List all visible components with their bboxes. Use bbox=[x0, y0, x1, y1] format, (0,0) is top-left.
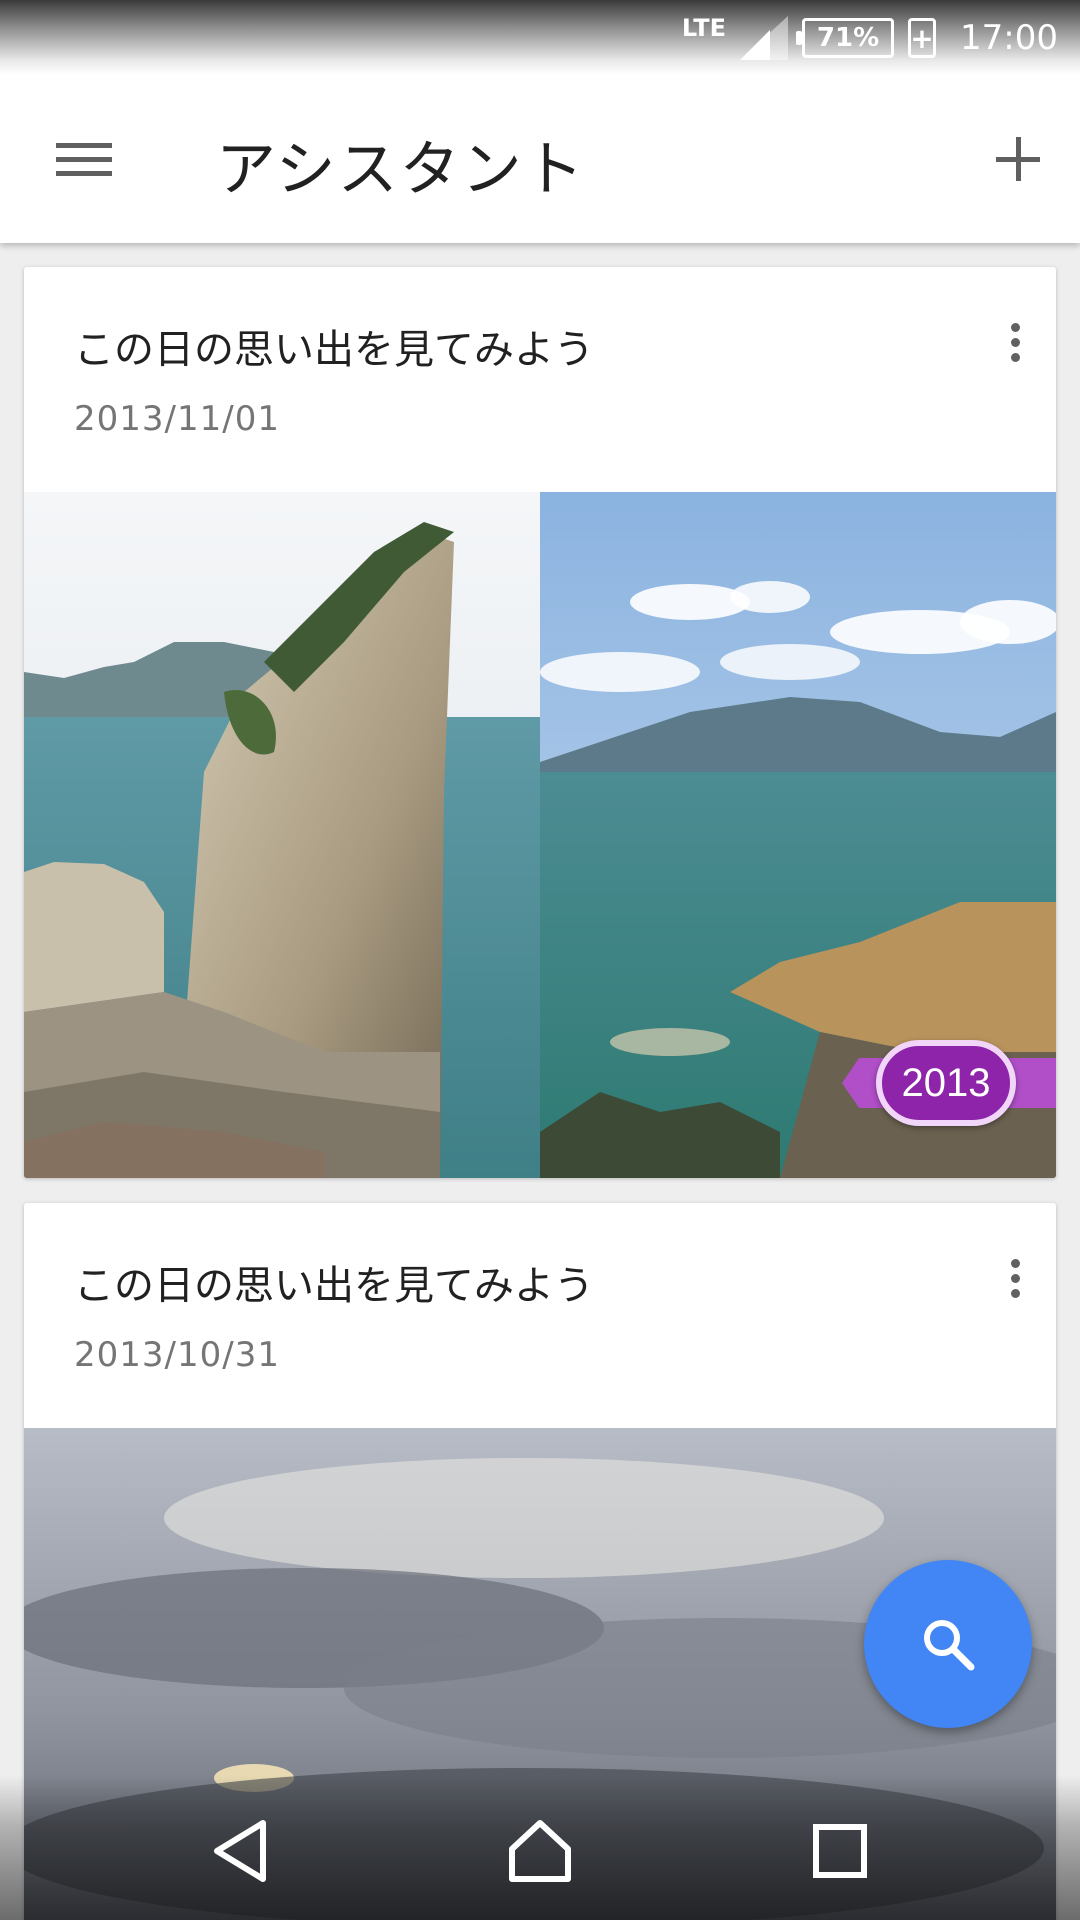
year-badge: 2013 bbox=[876, 1040, 1016, 1126]
status-indicators: LTE 71% + 17:00 bbox=[682, 10, 1058, 66]
charging-icon: + bbox=[908, 18, 937, 58]
card-date: 2013/10/31 bbox=[74, 1335, 280, 1375]
card-title: この日の思い出を見てみよう bbox=[74, 327, 594, 373]
home-icon bbox=[509, 1820, 571, 1882]
home-button[interactable] bbox=[492, 1811, 588, 1891]
add-icon[interactable] bbox=[982, 123, 1054, 195]
menu-icon[interactable] bbox=[44, 131, 128, 187]
battery-icon: 71% bbox=[796, 18, 895, 58]
card-header: この日の思い出を見てみよう 2013/11/01 bbox=[24, 267, 1056, 492]
rock-cliff-image bbox=[24, 492, 540, 1178]
back-button[interactable] bbox=[193, 1811, 289, 1891]
search-button[interactable] bbox=[864, 1560, 1032, 1728]
network-type: LTE bbox=[681, 14, 727, 42]
page-title: アシスタント bbox=[216, 135, 586, 205]
signal-icon bbox=[740, 16, 789, 60]
year-ribbon: 2013 bbox=[842, 1040, 1056, 1126]
photo-sea-view[interactable]: 2013 bbox=[540, 492, 1056, 1178]
recent-apps-icon bbox=[813, 1824, 867, 1878]
card-date: 2013/11/01 bbox=[74, 399, 280, 439]
more-vert-icon[interactable] bbox=[1004, 319, 1028, 367]
photo-rock-cliff[interactable] bbox=[24, 492, 540, 1178]
card-title: この日の思い出を見てみよう bbox=[74, 1263, 594, 1309]
card-header: この日の思い出を見てみよう 2013/10/31 bbox=[24, 1203, 1056, 1428]
app-bar: アシスタント bbox=[0, 75, 1080, 243]
search-icon bbox=[924, 1620, 975, 1671]
battery-level: 71% bbox=[816, 23, 880, 53]
photo-collage: 2013 bbox=[24, 492, 1056, 1178]
recent-apps-button[interactable] bbox=[792, 1811, 888, 1891]
back-icon bbox=[214, 1820, 266, 1882]
clock: 17:00 bbox=[960, 18, 1058, 58]
navigation-bar bbox=[0, 1775, 1080, 1920]
more-vert-icon[interactable] bbox=[1004, 1255, 1028, 1303]
status-bar: LTE 71% + 17:00 bbox=[0, 0, 1080, 75]
memory-card[interactable]: この日の思い出を見てみよう 2013/11/01 2013 bbox=[24, 267, 1056, 1178]
